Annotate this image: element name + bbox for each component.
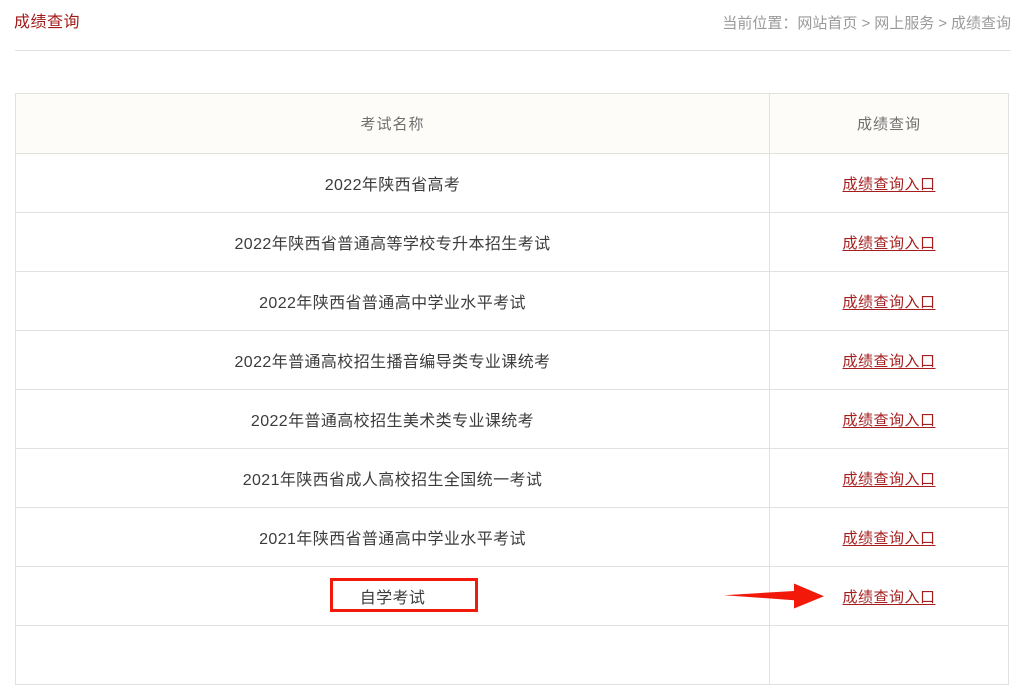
score-query-link-cell: 成绩查询入口 xyxy=(769,212,1009,272)
column-header-score-query: 成绩查询 xyxy=(769,93,1009,154)
score-query-link-cell: 成绩查询入口 xyxy=(769,389,1009,449)
score-query-entry-link[interactable]: 成绩查询入口 xyxy=(842,235,935,252)
breadcrumb: 当前位置：网站首页 > 网上服务 > 成绩查询 xyxy=(722,13,1011,35)
score-query-entry-link[interactable]: 成绩查询入口 xyxy=(842,589,935,606)
table-row: 自学考试 成绩查询入口 xyxy=(15,566,1009,626)
exam-name-cell: 2022年普通高校招生播音编导类专业课统考 xyxy=(15,330,770,390)
breadcrumb-item-online-service[interactable]: 网上服务 xyxy=(874,15,934,32)
score-query-link-cell: 成绩查询入口 xyxy=(769,271,1009,331)
page-header: 成绩查询 当前位置：网站首页 > 网上服务 > 成绩查询 xyxy=(0,0,1025,51)
table-row: 2022年陕西省普通高等学校专升本招生考试 成绩查询入口 xyxy=(15,212,1009,272)
table-row xyxy=(15,625,1009,685)
table-row: 2022年普通高校招生播音编导类专业课统考 成绩查询入口 xyxy=(15,330,1009,390)
score-query-entry-link[interactable]: 成绩查询入口 xyxy=(842,176,935,193)
score-query-table: 考试名称 成绩查询 2022年陕西省高考 成绩查询入口 2022年陕西省普通高等学校… xyxy=(15,93,1009,685)
score-query-link-cell: 成绩查询入口 xyxy=(769,448,1009,508)
score-query-entry-link[interactable]: 成绩查询入口 xyxy=(842,412,935,429)
table-row: 2022年陕西省普通高中学业水平考试 成绩查询入口 xyxy=(15,271,1009,331)
exam-name-cell: 2022年陕西省高考 xyxy=(15,153,770,213)
exam-name-cell xyxy=(15,625,770,685)
breadcrumb-item-current: 成绩查询 xyxy=(950,15,1011,32)
breadcrumb-separator-icon: > xyxy=(938,15,947,32)
score-query-link-cell: 成绩查询入口 xyxy=(769,153,1009,213)
table-row: 2022年普通高校招生美术类专业课统考 成绩查询入口 xyxy=(15,389,1009,449)
exam-name-cell: 自学考试 xyxy=(15,566,770,626)
score-query-link-cell xyxy=(769,625,1009,685)
breadcrumb-prefix: 当前位置： xyxy=(722,15,798,32)
table-row: 2021年陕西省成人高校招生全国统一考试 成绩查询入口 xyxy=(15,448,1009,508)
exam-name-cell: 2022年普通高校招生美术类专业课统考 xyxy=(15,389,770,449)
score-query-entry-link[interactable]: 成绩查询入口 xyxy=(842,353,935,370)
exam-name-cell: 2021年陕西省普通高中学业水平考试 xyxy=(15,507,770,567)
table-row: 2022年陕西省高考 成绩查询入口 xyxy=(15,153,1009,213)
table-body: 2022年陕西省高考 成绩查询入口 2022年陕西省普通高等学校专升本招生考试 成绩查… xyxy=(15,153,1009,685)
breadcrumb-item-home[interactable]: 网站首页 xyxy=(797,15,857,32)
breadcrumb-separator-icon: > xyxy=(861,15,871,32)
score-query-entry-link[interactable]: 成绩查询入口 xyxy=(842,471,935,488)
score-query-entry-link[interactable]: 成绩查询入口 xyxy=(842,530,935,547)
exam-name-cell: 2022年陕西省普通高中学业水平考试 xyxy=(15,271,770,331)
score-query-entry-link[interactable]: 成绩查询入口 xyxy=(842,294,935,311)
score-query-table-container: 考试名称 成绩查询 2022年陕西省高考 成绩查询入口 2022年陕西省普通高等学校… xyxy=(15,93,1009,685)
score-query-link-cell: 成绩查询入口 xyxy=(769,330,1009,390)
column-header-exam-name: 考试名称 xyxy=(15,93,770,154)
exam-name-cell: 2022年陕西省普通高等学校专升本招生考试 xyxy=(15,212,770,272)
table-row: 2021年陕西省普通高中学业水平考试 成绩查询入口 xyxy=(15,507,1009,567)
score-query-link-cell: 成绩查询入口 xyxy=(769,507,1009,567)
page-title: 成绩查询 xyxy=(14,14,81,31)
table-header-row: 考试名称 成绩查询 xyxy=(15,93,1009,154)
table-header: 考试名称 成绩查询 xyxy=(15,93,1009,154)
score-query-link-cell: 成绩查询入口 xyxy=(769,566,1009,626)
header-divider xyxy=(15,50,1011,51)
exam-name-cell: 2021年陕西省成人高校招生全国统一考试 xyxy=(15,448,770,508)
